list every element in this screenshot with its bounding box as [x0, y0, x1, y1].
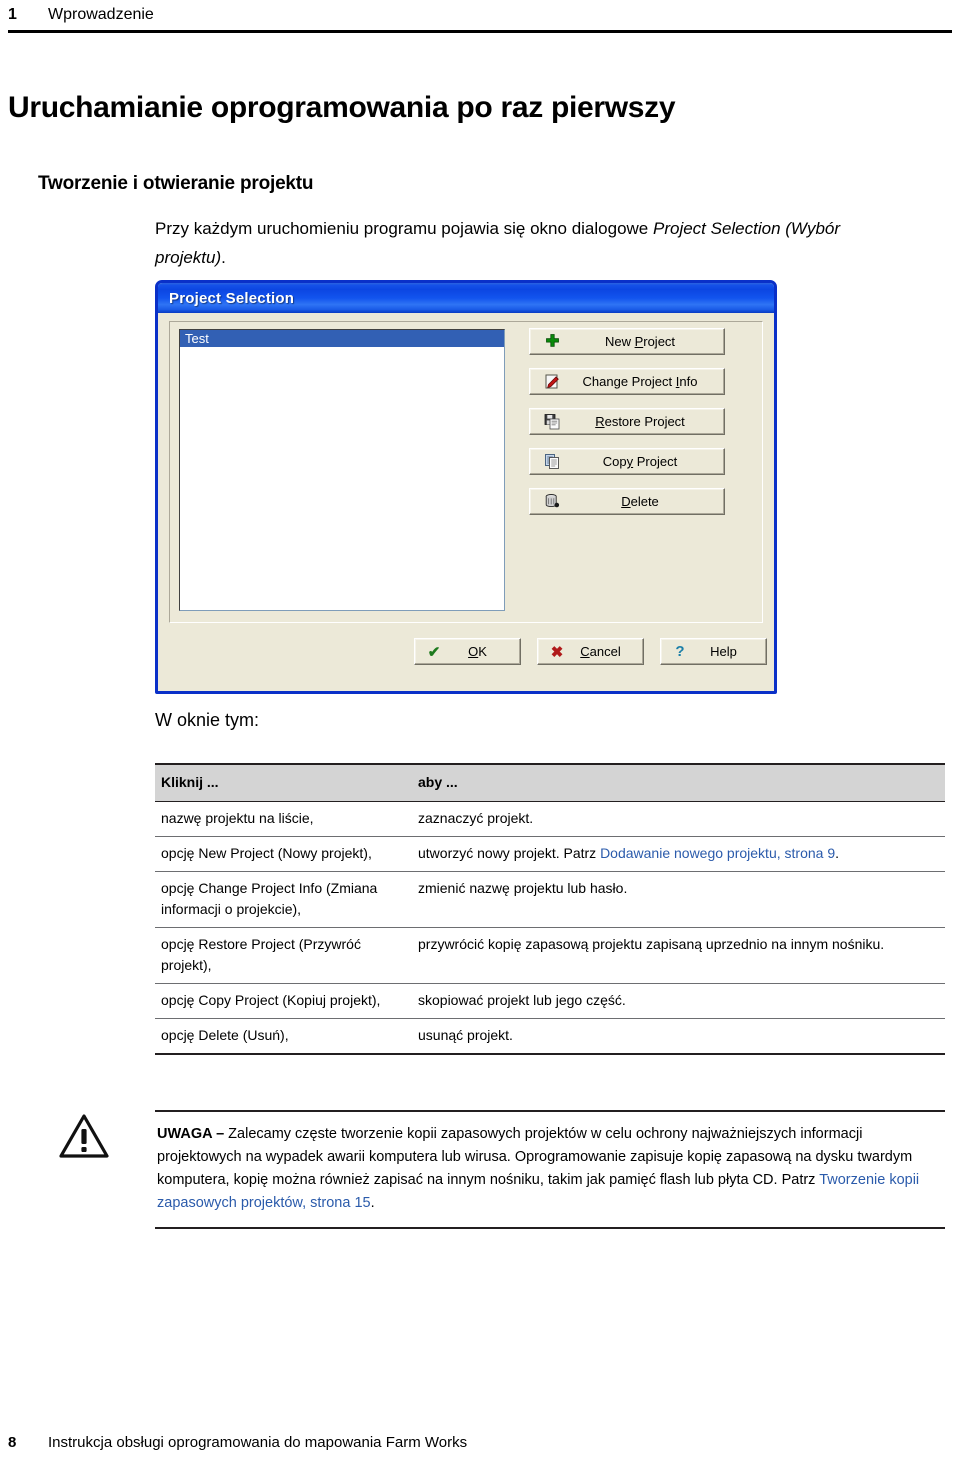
table-row: opcję New Project (Nowy projekt), utworz… — [155, 836, 945, 872]
footer-page-number: 8 — [8, 1434, 17, 1451]
table-cell-action: opcję Copy Project (Kopiuj projekt), — [155, 983, 412, 1019]
new-project-button[interactable]: New Project — [529, 328, 725, 355]
table-lead-in: W oknie tym: — [155, 710, 260, 730]
restore-project-button[interactable]: Restore Project — [529, 408, 725, 435]
trash-can-icon — [543, 493, 561, 511]
page-title: Uruchamianie oprogramowania po raz pierw… — [8, 91, 676, 125]
header-chapter-name: Wprowadzenie — [48, 6, 154, 23]
change-project-info-button[interactable]: Change Project Info — [529, 368, 725, 395]
table-cell-result: skopiować projekt lub jego część. — [412, 983, 945, 1019]
table-cell-action: opcję New Project (Nowy projekt), — [155, 836, 412, 872]
table-cell-action: opcję Restore Project (Przywróć projekt)… — [155, 927, 412, 984]
delete-button[interactable]: Delete — [529, 488, 725, 515]
table-cell-result: utworzyć nowy projekt. Patrz Dodawanie n… — [412, 836, 945, 872]
header-rule — [8, 30, 952, 33]
intro-paragraph: Przy każdym uruchomieniu programu pojawi… — [155, 214, 855, 272]
cross-reference-link[interactable]: Dodawanie nowego projektu, strona 9 — [600, 845, 835, 861]
table-cell-action: nazwę projektu na liście, — [155, 801, 412, 837]
cancel-button[interactable]: ✖ Cancel — [537, 638, 644, 665]
copy-pages-icon — [543, 453, 561, 471]
list-item[interactable]: Test — [180, 330, 504, 347]
table-row: opcję Copy Project (Kopiuj projekt), sko… — [155, 983, 945, 1019]
restore-disk-icon — [543, 413, 561, 431]
note-callout: UWAGA – Zalecamy częste tworzenie kopii … — [155, 1110, 945, 1229]
section-heading: Tworzenie i otwieranie projektu — [38, 172, 314, 194]
project-selection-dialog: Project Selection Test New Project Chang… — [155, 280, 777, 694]
edit-project-icon — [543, 373, 561, 391]
table-header-row: Kliknij ... aby ... — [155, 763, 945, 802]
copy-project-button[interactable]: Copy Project — [529, 448, 725, 475]
table-header-action: Kliknij ... — [155, 763, 412, 802]
table-cell-result: usunąć projekt. — [412, 1018, 945, 1055]
table-cell-result: zmienić nazwę projektu lub hasło. — [412, 871, 945, 928]
warning-triangle-icon — [58, 1112, 110, 1160]
dialog-body: Test New Project Change Project Info Res… — [158, 313, 774, 691]
table-row: opcję Delete (Usuń), usunąć projekt. — [155, 1018, 945, 1055]
dialog-title: Project Selection — [169, 289, 295, 307]
note-body-end: . — [370, 1195, 375, 1211]
dialog-titlebar: Project Selection — [158, 283, 774, 313]
table-cell-action: opcję Change Project Info (Zmiana inform… — [155, 871, 412, 928]
table-row: nazwę projektu na liście, zaznaczyć proj… — [155, 801, 945, 837]
check-icon: ✔ — [427, 643, 441, 661]
table-cell-result: przywrócić kopię zapasową projektu zapis… — [412, 927, 945, 984]
note-body: Zalecamy częste tworzenie kopii zapasowy… — [157, 1126, 913, 1188]
plus-icon — [543, 333, 561, 351]
table-header-result: aby ... — [412, 763, 945, 802]
table-row: opcję Change Project Info (Zmiana inform… — [155, 871, 945, 928]
intro-text-part1: Przy każdym uruchomieniu programu pojawi… — [155, 219, 653, 238]
cross-icon: ✖ — [550, 643, 564, 661]
dialog-action-buttons: New Project Change Project Info Restore … — [529, 328, 729, 528]
dialog-footer-buttons: ✔ OK ✖ Cancel ? Help — [414, 638, 767, 665]
table-row: opcję Restore Project (Przywróć projekt)… — [155, 927, 945, 984]
ok-button[interactable]: ✔ OK — [414, 638, 521, 665]
footer-document-title: Instrukcja obsługi oprogramowania do map… — [48, 1434, 468, 1451]
header-chapter-number: 1 — [8, 6, 17, 23]
question-mark-icon: ? — [675, 643, 685, 660]
intro-text-part2: . — [221, 248, 226, 267]
help-button[interactable]: ? Help — [660, 638, 767, 665]
table-cell-action: opcję Delete (Usuń), — [155, 1018, 412, 1055]
actions-table: Kliknij ... aby ... nazwę projektu na li… — [155, 763, 945, 1055]
note-label: UWAGA – — [157, 1126, 229, 1142]
project-listbox[interactable]: Test — [179, 329, 505, 611]
table-cell-result: zaznaczyć projekt. — [412, 801, 945, 837]
running-header: 1 Wprowadzenie — [0, 0, 960, 40]
page-footer: 8 Instrukcja obsługi oprogramowania do m… — [8, 1434, 467, 1451]
note-text: UWAGA – Zalecamy częste tworzenie kopii … — [157, 1123, 941, 1215]
